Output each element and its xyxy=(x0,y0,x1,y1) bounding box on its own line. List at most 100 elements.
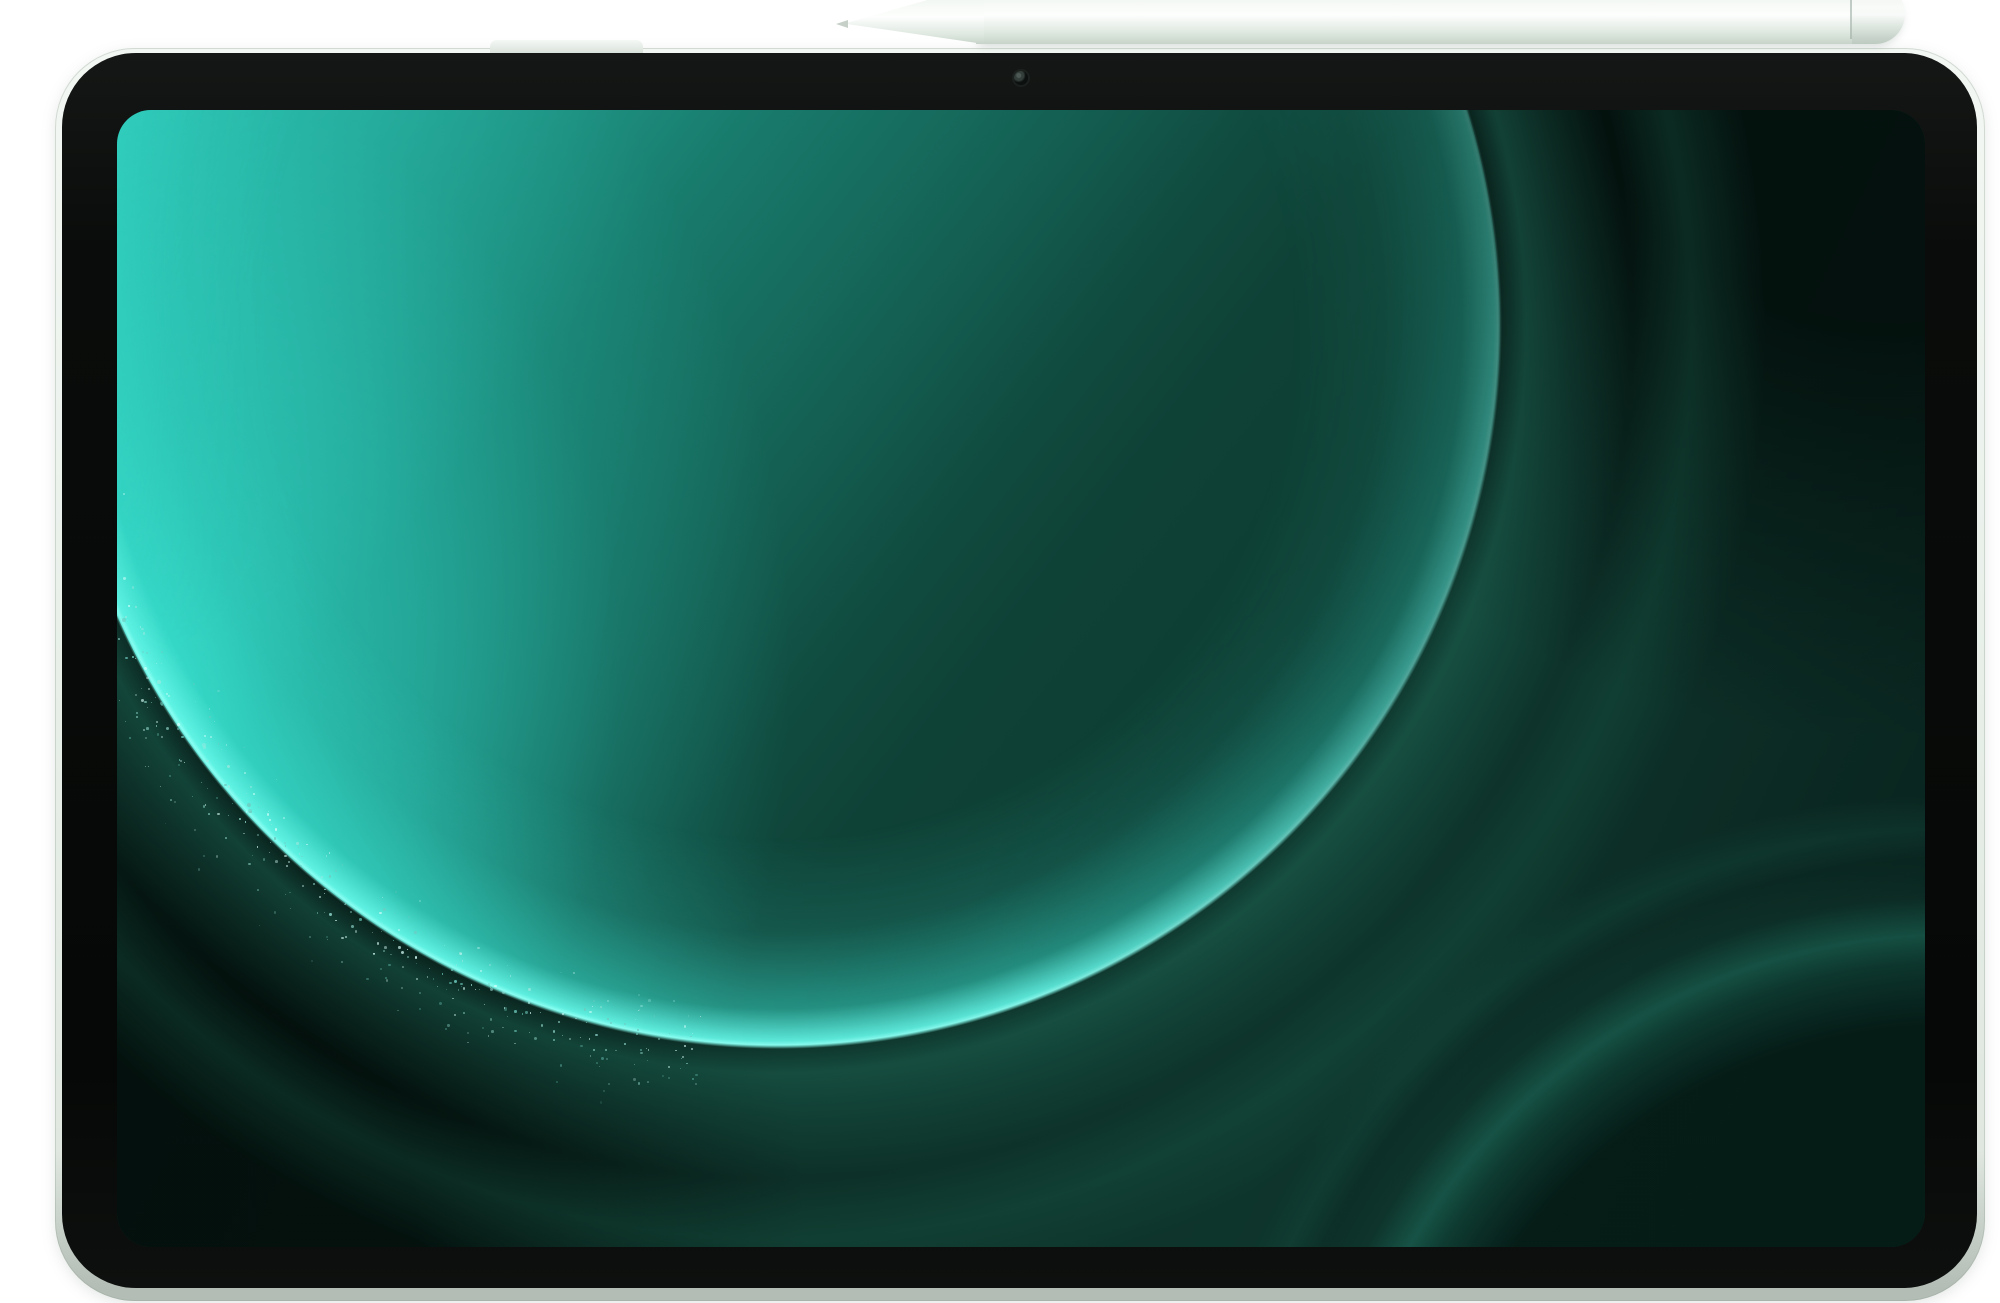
speckle-particle xyxy=(317,912,318,913)
speckle-particle xyxy=(319,896,321,898)
speckle-particle xyxy=(593,1000,595,1002)
speckle-particle xyxy=(195,701,196,702)
speckle-particle xyxy=(427,976,429,978)
speckle-particle xyxy=(575,1018,576,1019)
stylus-cap xyxy=(1852,0,1905,44)
speckle-particle xyxy=(128,605,130,607)
speckle-particle xyxy=(135,658,136,659)
speckle-particle xyxy=(243,833,244,834)
speckle-particle xyxy=(702,1035,703,1036)
speckle-particle xyxy=(383,908,386,911)
speckle-particle xyxy=(589,1011,591,1013)
speckle-particle xyxy=(615,1050,616,1051)
speckle-particle xyxy=(132,586,135,589)
speckle-particle xyxy=(341,961,343,963)
speckle-particle xyxy=(634,1064,635,1065)
speckle-particle xyxy=(161,663,162,664)
speckle-particle xyxy=(216,797,218,799)
speckle-particle xyxy=(401,987,403,989)
speckle-particle xyxy=(203,805,205,807)
speckle-particle xyxy=(151,702,152,703)
speckle-particle xyxy=(345,903,347,905)
speckle-particle xyxy=(122,618,126,622)
speckle-particle xyxy=(355,930,358,933)
speckle-particle xyxy=(662,1075,664,1077)
speckle-particle xyxy=(580,1037,581,1038)
speckle-particle xyxy=(194,829,196,831)
speckle-particle xyxy=(488,1035,489,1036)
speckle-particle xyxy=(624,1023,626,1025)
speckle-particle xyxy=(161,736,163,738)
speckle-particle xyxy=(329,852,330,853)
speckle-particle xyxy=(416,978,418,980)
speckle-particle xyxy=(209,708,211,710)
speckle-particle xyxy=(136,712,138,714)
speckle-particle xyxy=(534,1037,537,1040)
speckle-particle xyxy=(288,861,291,864)
speckle-particle xyxy=(692,1078,694,1080)
speckle-particle xyxy=(635,1019,636,1020)
speckle-particle xyxy=(145,737,147,739)
speckle-particle xyxy=(144,667,147,670)
speckle-particle xyxy=(514,1043,515,1044)
speckle-particle xyxy=(218,743,219,744)
speckle-particle xyxy=(395,891,396,892)
speckle-particle xyxy=(166,727,169,730)
speckle-particle xyxy=(161,651,163,653)
speckle-particle xyxy=(156,721,158,723)
speckle-particle xyxy=(419,992,421,994)
speckle-particle xyxy=(675,1050,676,1051)
speckle-particle xyxy=(456,964,458,966)
speckle-particle xyxy=(442,973,444,975)
speckle-particle xyxy=(179,759,181,761)
speckle-particle xyxy=(530,1012,532,1014)
speckle-particle xyxy=(165,823,166,824)
speckle-particle xyxy=(397,1010,398,1011)
speckle-particle xyxy=(184,762,185,763)
speckle-particle xyxy=(514,1010,516,1012)
speckle-particle xyxy=(284,855,287,858)
speckle-particle xyxy=(119,568,120,569)
speckle-particle xyxy=(174,801,176,803)
speckle-particle xyxy=(467,1032,469,1034)
speckle-particle xyxy=(143,632,146,635)
speckle-particle xyxy=(556,1081,558,1083)
speckle-particle xyxy=(692,1033,693,1034)
speckle-particle xyxy=(135,606,137,608)
speckle-particle xyxy=(217,813,220,816)
speckle-particle xyxy=(148,766,149,767)
speckle-particle xyxy=(445,1028,447,1030)
speckle-particle xyxy=(119,700,120,701)
speckle-particle xyxy=(239,818,241,820)
speckle-particle xyxy=(252,855,253,856)
speckle-particle xyxy=(217,690,219,692)
speckle-particle xyxy=(177,723,180,726)
speckle-particle xyxy=(257,846,258,847)
speckle-particle xyxy=(633,1078,635,1080)
speckle-particle xyxy=(507,1016,508,1017)
speckle-particle xyxy=(344,904,345,905)
speckle-particle xyxy=(168,695,170,697)
speckle-particle xyxy=(125,616,127,618)
speckle-particle xyxy=(393,940,394,941)
speckle-particle xyxy=(654,1015,656,1017)
speckle-particle xyxy=(429,968,431,970)
speckle-particle xyxy=(402,966,404,968)
speckle-particle xyxy=(648,1049,650,1051)
speckle-particle xyxy=(170,799,172,801)
speckle-particle xyxy=(507,965,508,966)
speckle-particle xyxy=(141,628,143,630)
speckle-particle xyxy=(491,1030,494,1033)
speckle-particle xyxy=(326,855,328,857)
speckle-particle xyxy=(601,1057,604,1060)
speckle-particle xyxy=(270,842,271,843)
speckle-particle xyxy=(415,956,417,958)
tablet-bezel xyxy=(62,53,1977,1288)
speckle-particle xyxy=(145,766,146,767)
speckle-particle xyxy=(244,772,246,774)
speckle-particle xyxy=(528,1001,531,1004)
speckle-particle xyxy=(221,749,223,751)
speckle-particle xyxy=(695,1074,697,1076)
speckle-particle xyxy=(283,817,286,820)
speckle-particle xyxy=(407,956,410,959)
